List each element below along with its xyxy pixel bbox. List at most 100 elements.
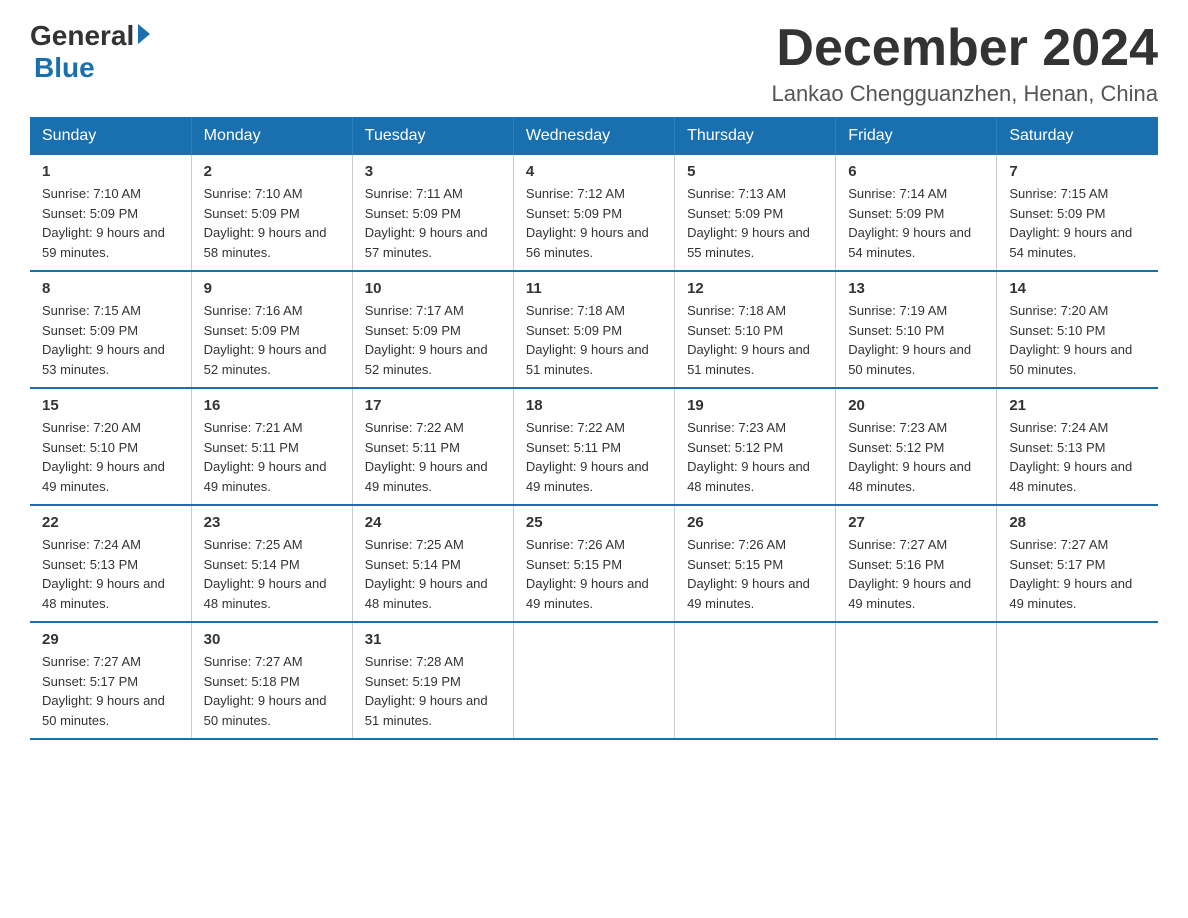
calendar-week-3: 15 Sunrise: 7:20 AMSunset: 5:10 PMDaylig… (30, 388, 1158, 505)
calendar-cell: 8 Sunrise: 7:15 AMSunset: 5:09 PMDayligh… (30, 271, 191, 388)
day-info: Sunrise: 7:24 AMSunset: 5:13 PMDaylight:… (42, 535, 179, 613)
day-number: 21 (1009, 397, 1146, 414)
day-info: Sunrise: 7:17 AMSunset: 5:09 PMDaylight:… (365, 301, 501, 379)
day-info: Sunrise: 7:14 AMSunset: 5:09 PMDaylight:… (848, 184, 984, 262)
title-block: December 2024 Lankao Chengguanzhen, Hena… (771, 20, 1158, 107)
day-info: Sunrise: 7:26 AMSunset: 5:15 PMDaylight:… (687, 535, 823, 613)
page-header: General Blue December 2024 Lankao Chengg… (30, 20, 1158, 107)
day-info: Sunrise: 7:24 AMSunset: 5:13 PMDaylight:… (1009, 418, 1146, 496)
calendar-cell: 19 Sunrise: 7:23 AMSunset: 5:12 PMDaylig… (675, 388, 836, 505)
calendar-cell: 4 Sunrise: 7:12 AMSunset: 5:09 PMDayligh… (513, 155, 674, 271)
calendar-cell: 25 Sunrise: 7:26 AMSunset: 5:15 PMDaylig… (513, 505, 674, 622)
calendar-cell: 26 Sunrise: 7:26 AMSunset: 5:15 PMDaylig… (675, 505, 836, 622)
calendar-cell: 22 Sunrise: 7:24 AMSunset: 5:13 PMDaylig… (30, 505, 191, 622)
day-info: Sunrise: 7:18 AMSunset: 5:09 PMDaylight:… (526, 301, 662, 379)
calendar-cell: 15 Sunrise: 7:20 AMSunset: 5:10 PMDaylig… (30, 388, 191, 505)
day-info: Sunrise: 7:23 AMSunset: 5:12 PMDaylight:… (848, 418, 984, 496)
calendar-cell: 1 Sunrise: 7:10 AMSunset: 5:09 PMDayligh… (30, 155, 191, 271)
logo: General Blue (30, 20, 150, 84)
calendar-cell: 13 Sunrise: 7:19 AMSunset: 5:10 PMDaylig… (836, 271, 997, 388)
day-number: 5 (687, 163, 823, 180)
calendar-cell: 23 Sunrise: 7:25 AMSunset: 5:14 PMDaylig… (191, 505, 352, 622)
logo-general-text: General (30, 20, 134, 52)
day-number: 7 (1009, 163, 1146, 180)
day-number: 10 (365, 280, 501, 297)
day-number: 16 (204, 397, 340, 414)
day-number: 1 (42, 163, 179, 180)
day-number: 8 (42, 280, 179, 297)
calendar-cell: 20 Sunrise: 7:23 AMSunset: 5:12 PMDaylig… (836, 388, 997, 505)
day-number: 31 (365, 631, 501, 648)
calendar-cell (513, 622, 674, 739)
day-number: 13 (848, 280, 984, 297)
day-info: Sunrise: 7:18 AMSunset: 5:10 PMDaylight:… (687, 301, 823, 379)
day-number: 4 (526, 163, 662, 180)
day-info: Sunrise: 7:23 AMSunset: 5:12 PMDaylight:… (687, 418, 823, 496)
day-number: 29 (42, 631, 179, 648)
day-number: 11 (526, 280, 662, 297)
day-number: 18 (526, 397, 662, 414)
day-number: 15 (42, 397, 179, 414)
calendar-cell: 30 Sunrise: 7:27 AMSunset: 5:18 PMDaylig… (191, 622, 352, 739)
calendar-header-sunday: Sunday (30, 117, 191, 155)
day-info: Sunrise: 7:10 AMSunset: 5:09 PMDaylight:… (204, 184, 340, 262)
day-info: Sunrise: 7:19 AMSunset: 5:10 PMDaylight:… (848, 301, 984, 379)
calendar-cell (836, 622, 997, 739)
calendar-cell: 21 Sunrise: 7:24 AMSunset: 5:13 PMDaylig… (997, 388, 1158, 505)
day-number: 23 (204, 514, 340, 531)
day-info: Sunrise: 7:27 AMSunset: 5:17 PMDaylight:… (1009, 535, 1146, 613)
day-number: 28 (1009, 514, 1146, 531)
day-number: 27 (848, 514, 984, 531)
day-number: 19 (687, 397, 823, 414)
day-number: 2 (204, 163, 340, 180)
logo-blue-text: Blue (34, 52, 95, 84)
calendar-cell: 31 Sunrise: 7:28 AMSunset: 5:19 PMDaylig… (352, 622, 513, 739)
calendar-header-monday: Monday (191, 117, 352, 155)
day-number: 30 (204, 631, 340, 648)
calendar-cell: 27 Sunrise: 7:27 AMSunset: 5:16 PMDaylig… (836, 505, 997, 622)
day-info: Sunrise: 7:11 AMSunset: 5:09 PMDaylight:… (365, 184, 501, 262)
day-info: Sunrise: 7:28 AMSunset: 5:19 PMDaylight:… (365, 652, 501, 730)
day-number: 25 (526, 514, 662, 531)
calendar-cell: 2 Sunrise: 7:10 AMSunset: 5:09 PMDayligh… (191, 155, 352, 271)
day-info: Sunrise: 7:12 AMSunset: 5:09 PMDaylight:… (526, 184, 662, 262)
calendar-header-thursday: Thursday (675, 117, 836, 155)
calendar-week-2: 8 Sunrise: 7:15 AMSunset: 5:09 PMDayligh… (30, 271, 1158, 388)
calendar-cell: 3 Sunrise: 7:11 AMSunset: 5:09 PMDayligh… (352, 155, 513, 271)
calendar-cell (675, 622, 836, 739)
calendar-cell: 12 Sunrise: 7:18 AMSunset: 5:10 PMDaylig… (675, 271, 836, 388)
day-info: Sunrise: 7:27 AMSunset: 5:18 PMDaylight:… (204, 652, 340, 730)
day-number: 22 (42, 514, 179, 531)
day-info: Sunrise: 7:21 AMSunset: 5:11 PMDaylight:… (204, 418, 340, 496)
calendar-cell: 17 Sunrise: 7:22 AMSunset: 5:11 PMDaylig… (352, 388, 513, 505)
day-info: Sunrise: 7:15 AMSunset: 5:09 PMDaylight:… (42, 301, 179, 379)
day-info: Sunrise: 7:27 AMSunset: 5:17 PMDaylight:… (42, 652, 179, 730)
day-number: 17 (365, 397, 501, 414)
calendar-week-1: 1 Sunrise: 7:10 AMSunset: 5:09 PMDayligh… (30, 155, 1158, 271)
day-number: 24 (365, 514, 501, 531)
calendar-header-friday: Friday (836, 117, 997, 155)
day-number: 9 (204, 280, 340, 297)
calendar-cell: 16 Sunrise: 7:21 AMSunset: 5:11 PMDaylig… (191, 388, 352, 505)
calendar-header-saturday: Saturday (997, 117, 1158, 155)
day-info: Sunrise: 7:15 AMSunset: 5:09 PMDaylight:… (1009, 184, 1146, 262)
calendar-cell: 10 Sunrise: 7:17 AMSunset: 5:09 PMDaylig… (352, 271, 513, 388)
calendar-header-wednesday: Wednesday (513, 117, 674, 155)
calendar-cell: 28 Sunrise: 7:27 AMSunset: 5:17 PMDaylig… (997, 505, 1158, 622)
calendar-cell: 11 Sunrise: 7:18 AMSunset: 5:09 PMDaylig… (513, 271, 674, 388)
day-info: Sunrise: 7:26 AMSunset: 5:15 PMDaylight:… (526, 535, 662, 613)
day-info: Sunrise: 7:13 AMSunset: 5:09 PMDaylight:… (687, 184, 823, 262)
location-subtitle: Lankao Chengguanzhen, Henan, China (771, 81, 1158, 107)
day-info: Sunrise: 7:22 AMSunset: 5:11 PMDaylight:… (526, 418, 662, 496)
calendar-cell: 24 Sunrise: 7:25 AMSunset: 5:14 PMDaylig… (352, 505, 513, 622)
calendar-cell: 7 Sunrise: 7:15 AMSunset: 5:09 PMDayligh… (997, 155, 1158, 271)
day-info: Sunrise: 7:20 AMSunset: 5:10 PMDaylight:… (42, 418, 179, 496)
logo-arrow-icon (138, 24, 150, 44)
calendar-cell (997, 622, 1158, 739)
day-info: Sunrise: 7:25 AMSunset: 5:14 PMDaylight:… (365, 535, 501, 613)
day-info: Sunrise: 7:10 AMSunset: 5:09 PMDaylight:… (42, 184, 179, 262)
day-info: Sunrise: 7:27 AMSunset: 5:16 PMDaylight:… (848, 535, 984, 613)
calendar-cell: 9 Sunrise: 7:16 AMSunset: 5:09 PMDayligh… (191, 271, 352, 388)
calendar-cell: 6 Sunrise: 7:14 AMSunset: 5:09 PMDayligh… (836, 155, 997, 271)
calendar-cell: 14 Sunrise: 7:20 AMSunset: 5:10 PMDaylig… (997, 271, 1158, 388)
